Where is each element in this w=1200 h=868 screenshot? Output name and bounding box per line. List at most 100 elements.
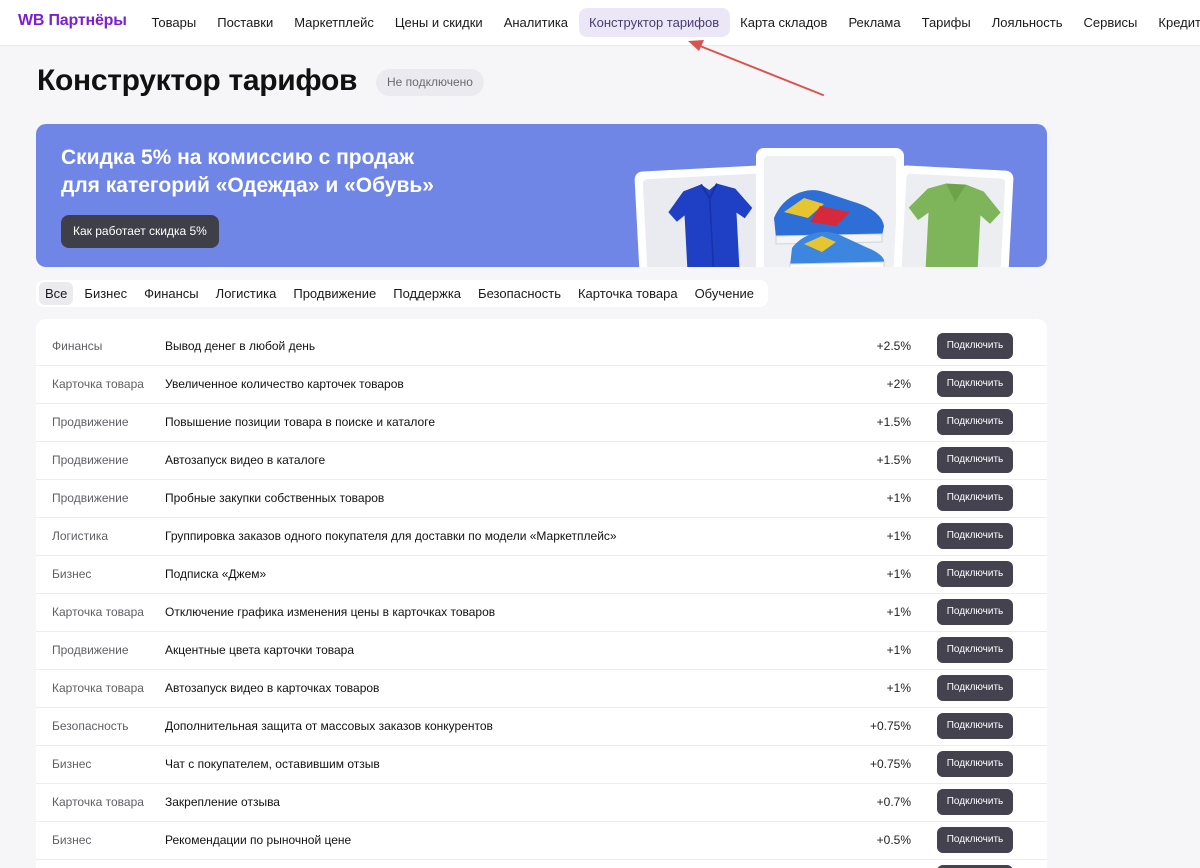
row-percent: +1.5% <box>876 415 911 429</box>
promo-banner: Скидка 5% на комиссию с продаж для катег… <box>36 124 1047 267</box>
how-discount-works-button[interactable]: Как работает скидка 5% <box>61 215 219 248</box>
row-percent: +1.5% <box>876 453 911 467</box>
row-category: Продвижение <box>52 453 129 467</box>
row-percent: +1% <box>886 567 911 581</box>
row-percent: +0.75% <box>869 719 911 733</box>
status-badge: Не подключено <box>376 69 484 96</box>
banner-title-line2: для категорий «Одежда» и «Обувь» <box>61 174 434 197</box>
row-percent: +2% <box>886 377 911 391</box>
row-category: Безопасность <box>52 719 129 733</box>
nav-link-4[interactable]: Аналитика <box>493 8 578 37</box>
connect-button[interactable]: Подключить <box>937 675 1013 701</box>
top-navigation: WB Партнёры Товары Поставки Маркетплейс Цен… <box>0 0 1200 46</box>
connect-button[interactable]: Подключить <box>937 713 1013 739</box>
tab-0[interactable]: Все <box>39 282 74 305</box>
row-option-name: Автозапуск видео в карточках товаров <box>165 681 380 695</box>
connect-button[interactable]: Подключить <box>937 751 1013 777</box>
sneakers-image <box>756 148 904 267</box>
nav-link-5[interactable]: Конструктор тарифов <box>578 8 730 37</box>
tab-3[interactable]: Логистика <box>210 282 283 305</box>
row-category: Бизнес <box>52 567 92 581</box>
row-percent: +1% <box>886 529 911 543</box>
row-percent: +1% <box>886 681 911 695</box>
nav-link-9[interactable]: Лояльность <box>981 8 1073 37</box>
tab-4[interactable]: Продвижение <box>287 282 382 305</box>
connect-button[interactable]: Подключить <box>937 485 1013 511</box>
row-option-name: Подписка «Джем» <box>165 567 267 581</box>
connect-button[interactable]: Подключить <box>937 599 1013 625</box>
table-row: Логистика Группировка заказов одного поку… <box>36 518 1047 556</box>
row-percent: +1% <box>886 491 911 505</box>
table-row: Продвижение Пробные закупки собственных т… <box>36 480 1047 518</box>
tariff-options-table: Финансы Вывод денег в любой день +2.5% Подк… <box>36 319 1047 868</box>
nav-link-10[interactable]: Сервисы <box>1073 8 1148 37</box>
row-percent: +0.75% <box>869 757 911 771</box>
nav-link-11[interactable]: Кредиты <box>1148 8 1200 37</box>
connect-button[interactable]: Подключить <box>937 637 1013 663</box>
nav-link-3[interactable]: Цены и скидки <box>384 8 493 37</box>
row-category: Продвижение <box>52 643 129 657</box>
row-category: Карточка товара <box>52 681 144 695</box>
row-category: Карточка товара <box>52 795 144 809</box>
row-option-name: Отключение графика изменения цены в карт… <box>165 605 496 619</box>
row-category: Финансы <box>52 339 103 353</box>
banner-title: Скидка 5% на комиссию с продаж для катег… <box>61 144 481 200</box>
row-category: Карточка товара <box>52 377 144 391</box>
green-polo-image <box>893 165 1014 267</box>
category-tabs: Все Бизнес Финансы Логистика Продвижение Подд… <box>36 280 769 307</box>
row-category: Логистика <box>52 529 109 543</box>
connect-button[interactable]: Подключить <box>937 561 1013 587</box>
table-row: Продвижение Автозапуск видео в каталоге +1… <box>36 442 1047 480</box>
row-percent: +1% <box>886 643 911 657</box>
table-row: Карточка товара Закрепление отзыва +0.7% По… <box>36 784 1047 822</box>
row-option-name: Увеличенное количество карточек товаров <box>165 377 404 391</box>
row-option-name: Группировка заказов одного покупателя дл… <box>165 529 617 543</box>
row-percent: +1% <box>886 605 911 619</box>
table-row: Карточка товара Автозапуск видео в карточ… <box>36 670 1047 708</box>
nav-link-1[interactable]: Поставки <box>207 8 284 37</box>
row-category: Продвижение <box>52 415 129 429</box>
table-row: Продвижение Акцентные цвета карточки това… <box>36 632 1047 670</box>
tab-6[interactable]: Безопасность <box>472 282 567 305</box>
row-option-name: Повышение позиции товара в поиске и ката… <box>165 415 435 429</box>
row-option-name: Акцентные цвета карточки товара <box>165 643 355 657</box>
table-row: Бизнес Рекомендации по рыночной цене +0.5%… <box>36 822 1047 860</box>
nav-link-8[interactable]: Тарифы <box>911 8 981 37</box>
connect-button[interactable]: Подключить <box>937 523 1013 549</box>
row-percent: +2.5% <box>876 339 911 353</box>
table-row: Подключить <box>36 860 1047 868</box>
nav-link-7[interactable]: Реклама <box>838 8 911 37</box>
row-category: Продвижение <box>52 491 129 505</box>
tab-7[interactable]: Карточка товара <box>572 282 684 305</box>
brand-logo[interactable]: WB Партнёры <box>18 12 127 30</box>
row-percent: +0.5% <box>876 833 911 847</box>
connect-button[interactable]: Подключить <box>937 409 1013 435</box>
page-title: Конструктор тарифов <box>37 64 358 97</box>
row-category: Карточка товара <box>52 605 144 619</box>
tab-2[interactable]: Финансы <box>138 282 205 305</box>
tab-5[interactable]: Поддержка <box>387 282 467 305</box>
connect-button[interactable]: Подключить <box>937 447 1013 473</box>
table-row: Бизнес Чат с покупателем, оставившим отзы… <box>36 746 1047 784</box>
connect-button[interactable]: Подключить <box>937 333 1013 359</box>
row-option-name: Закрепление отзыва <box>165 795 280 809</box>
row-option-name: Вывод денег в любой день <box>165 339 316 353</box>
tab-1[interactable]: Бизнес <box>78 282 133 305</box>
row-option-name: Автозапуск видео в каталоге <box>165 453 326 467</box>
connect-button[interactable]: Подключить <box>937 371 1013 397</box>
tab-8[interactable]: Обучение <box>689 282 760 305</box>
banner-title-line1: Скидка 5% на комиссию с продаж <box>61 146 415 169</box>
nav-links: Товары Поставки Маркетплейс Цены и скидки Ан… <box>141 8 1200 37</box>
row-option-name: Пробные закупки собственных товаров <box>165 491 385 505</box>
nav-link-6[interactable]: Карта складов <box>730 8 838 37</box>
nav-link-2[interactable]: Маркетплейс <box>284 8 385 37</box>
row-option-name: Рекомендации по рыночной цене <box>165 833 352 847</box>
connect-button[interactable]: Подключить <box>937 789 1013 815</box>
row-category: Бизнес <box>52 833 92 847</box>
table-row: Карточка товара Отключение графика измене… <box>36 594 1047 632</box>
table-row: Безопасность Дополнительная защита от мас… <box>36 708 1047 746</box>
nav-link-0[interactable]: Товары <box>141 8 207 37</box>
connect-button[interactable]: Подключить <box>937 827 1013 853</box>
table-row: Карточка товара Увеличенное количество ка… <box>36 366 1047 404</box>
table-row: Бизнес Подписка «Джем» +1% Подключить <box>36 556 1047 594</box>
